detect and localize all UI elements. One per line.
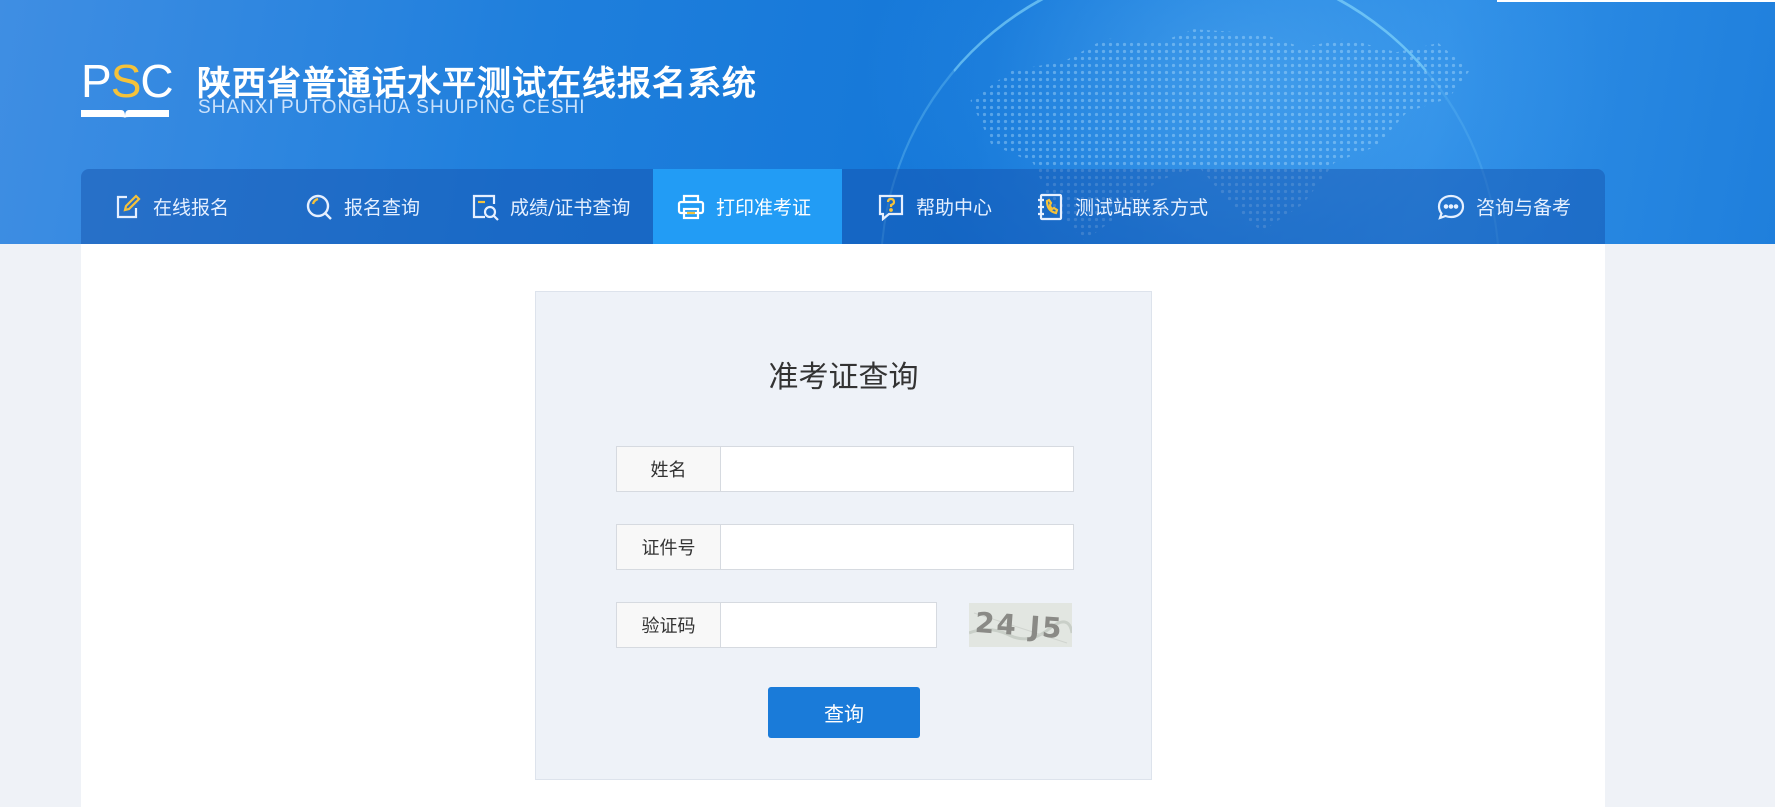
chat-icon (1437, 194, 1465, 220)
psc-logo[interactable]: PSC (81, 55, 174, 120)
id-number-input[interactable] (720, 524, 1074, 570)
name-row: 姓名 (616, 446, 1074, 492)
nav-label: 咨询与备考 (1476, 197, 1572, 219)
nav-item-score-certificate-query[interactable]: 成绩/证书查询 (471, 169, 630, 244)
panel-title: 准考证查询 (768, 360, 919, 395)
main-nav: 在线报名 报名查询 成绩/证书查询 打印准考证 帮助中心 测试站联系方式 咨询与… (81, 169, 1605, 244)
document-search-icon (472, 194, 499, 221)
nav-label: 打印准考证 (716, 197, 812, 219)
help-icon (878, 194, 904, 221)
id-number-row: 证件号 (616, 524, 1074, 570)
name-label: 姓名 (616, 446, 720, 492)
captcha-input[interactable] (720, 602, 937, 648)
nav-label: 帮助中心 (916, 197, 993, 219)
nav-item-consult-and-prep[interactable]: 咨询与备考 (1437, 169, 1571, 244)
captcha-image[interactable]: 24 J5 (969, 603, 1072, 647)
printer-icon (677, 194, 705, 219)
search-circle-icon (306, 194, 332, 220)
book-icon (81, 110, 169, 118)
nav-label: 在线报名 (153, 197, 230, 219)
top-accent-line (1497, 0, 1775, 2)
captcha-label: 验证码 (616, 602, 720, 648)
nav-label: 成绩/证书查询 (510, 197, 631, 219)
id-number-label: 证件号 (616, 524, 720, 570)
nav-item-online-registration[interactable]: 在线报名 (114, 169, 229, 244)
nav-item-print-admission-ticket[interactable]: 打印准考证 (653, 169, 842, 244)
nav-item-test-station-contacts[interactable]: 测试站联系方式 (1036, 169, 1208, 244)
site-subtitle: SHANXI PUTONGHUA SHUIPING CESHI (198, 97, 586, 118)
admission-ticket-query-panel: 准考证查询 姓名 证件号 验证码 24 J5 查询 (535, 291, 1152, 780)
logo-text: PSC (81, 55, 174, 107)
phone-book-icon (1038, 193, 1063, 220)
nav-item-help-center[interactable]: 帮助中心 (877, 169, 992, 244)
nav-label: 报名查询 (344, 197, 421, 219)
captcha-graphic: 24 J5 (969, 603, 1072, 647)
nav-label: 测试站联系方式 (1075, 197, 1209, 219)
captcha-row: 验证码 (616, 602, 937, 648)
query-submit-button[interactable]: 查询 (768, 687, 920, 738)
captcha-text: 24 J5 (974, 606, 1065, 645)
edit-icon (116, 193, 141, 218)
name-input[interactable] (720, 446, 1074, 492)
nav-item-registration-query[interactable]: 报名查询 (305, 169, 420, 244)
